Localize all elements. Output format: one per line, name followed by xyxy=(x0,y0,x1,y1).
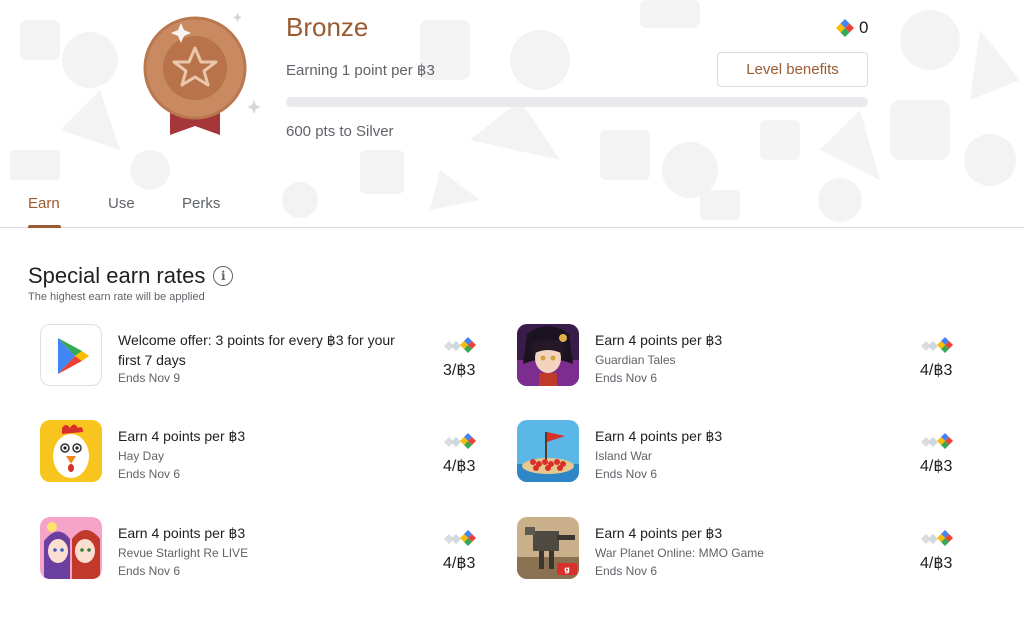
google-play-icon xyxy=(40,324,102,386)
offer-app-name: Guardian Tales xyxy=(595,353,676,367)
section-title: Special earn rates i xyxy=(28,263,234,289)
offer-rate: 3/฿3 xyxy=(443,362,476,379)
section-title-text: Special earn rates xyxy=(28,263,206,288)
tab-earn[interactable]: Earn xyxy=(28,195,60,212)
hay-day-icon xyxy=(40,420,102,482)
earning-rate-text: Earning 1 point per ฿3 xyxy=(286,62,435,79)
offer-headline: Earn 4 points per ฿3 xyxy=(595,332,723,348)
offer-rate: 4/฿3 xyxy=(443,458,476,475)
offer-headline: Earn 4 points per ฿3 xyxy=(118,525,246,541)
offer-card[interactable]: Earn 4 points per ฿3 Hay Day Ends Nov 6 … xyxy=(40,420,500,490)
offer-headline: Earn 4 points per ฿3 xyxy=(118,428,246,444)
offer-headline: Earn 4 points per ฿3 xyxy=(595,428,723,444)
offer-app-name: Hay Day xyxy=(118,449,165,463)
offer-headline: Earn 4 points per ฿3 xyxy=(595,525,723,541)
guardian-tales-icon xyxy=(517,324,579,386)
offer-card[interactable]: g Earn 4 points per ฿3 War Planet Online… xyxy=(517,517,977,587)
svg-text:g: g xyxy=(564,565,570,574)
offer-end-date: Ends Nov 6 xyxy=(595,371,658,385)
info-icon[interactable]: i xyxy=(213,266,234,286)
tab-perks[interactable]: Perks xyxy=(182,195,220,212)
war-planet-icon: g xyxy=(517,517,579,579)
section-subtitle: The highest earn rate will be applied xyxy=(28,291,205,303)
offer-rate: 4/฿3 xyxy=(443,555,476,572)
offer-card[interactable]: Welcome offer: 3 points for every ฿3 for… xyxy=(40,324,500,394)
offer-end-date: Ends Nov 6 xyxy=(595,467,658,481)
offer-app-name: War Planet Online: MMO Game xyxy=(595,546,764,560)
play-points-rate-icon xyxy=(444,337,476,353)
offer-end-date: Ends Nov 6 xyxy=(118,564,181,578)
offer-rate: 4/฿3 xyxy=(920,555,953,572)
offer-end-date: Ends Nov 6 xyxy=(595,564,658,578)
tier-title: Bronze xyxy=(286,12,369,42)
play-points-rate-icon xyxy=(921,433,953,449)
offer-headline: Welcome offer: 3 points for every ฿3 for… xyxy=(118,332,395,368)
island-war-icon xyxy=(517,420,579,482)
tab-bar: Earn Use Perks xyxy=(0,190,1024,228)
play-points-rate-icon xyxy=(921,530,953,546)
play-points-icon xyxy=(836,19,854,37)
offer-card[interactable]: Earn 4 points per ฿3 Guardian Tales Ends… xyxy=(517,324,977,394)
level-benefits-button[interactable]: Level benefits xyxy=(717,52,868,87)
points-to-next-tier: 600 pts to Silver xyxy=(286,123,394,140)
offer-end-date: Ends Nov 6 xyxy=(118,467,181,481)
offer-rate: 4/฿3 xyxy=(920,458,953,475)
offer-card[interactable]: Earn 4 points per ฿3 Revue Starlight Re … xyxy=(40,517,500,587)
offer-app-name: Island War xyxy=(595,449,652,463)
play-points-rate-icon xyxy=(921,337,953,353)
tier-progress-bar xyxy=(286,97,868,107)
play-points-rate-icon xyxy=(444,530,476,546)
points-count: 0 xyxy=(859,18,869,37)
revue-starlight-icon xyxy=(40,517,102,579)
points-balance[interactable]: 0 xyxy=(836,18,868,38)
offer-rate: 4/฿3 xyxy=(920,362,953,379)
bronze-medal-icon xyxy=(130,10,261,145)
offer-card[interactable]: Earn 4 points per ฿3 Island War Ends Nov… xyxy=(517,420,977,490)
play-points-rate-icon xyxy=(444,433,476,449)
offer-end-date: Ends Nov 9 xyxy=(118,371,181,385)
offer-app-name: Revue Starlight Re LIVE xyxy=(118,546,249,560)
active-tab-indicator xyxy=(28,225,61,228)
tab-use[interactable]: Use xyxy=(108,195,135,212)
